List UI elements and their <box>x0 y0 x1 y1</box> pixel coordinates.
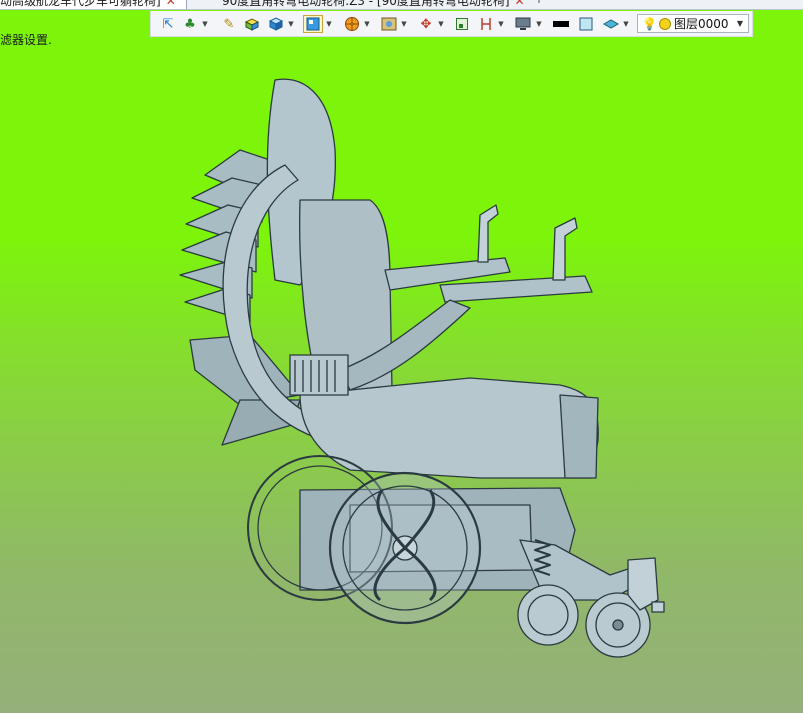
wheelchair-3d-model[interactable] <box>0 0 803 713</box>
joystick-left <box>477 204 499 263</box>
caster-wheel <box>517 584 579 646</box>
armrest-right <box>439 275 593 303</box>
joystick-right <box>552 217 578 281</box>
seat-front <box>559 394 599 479</box>
